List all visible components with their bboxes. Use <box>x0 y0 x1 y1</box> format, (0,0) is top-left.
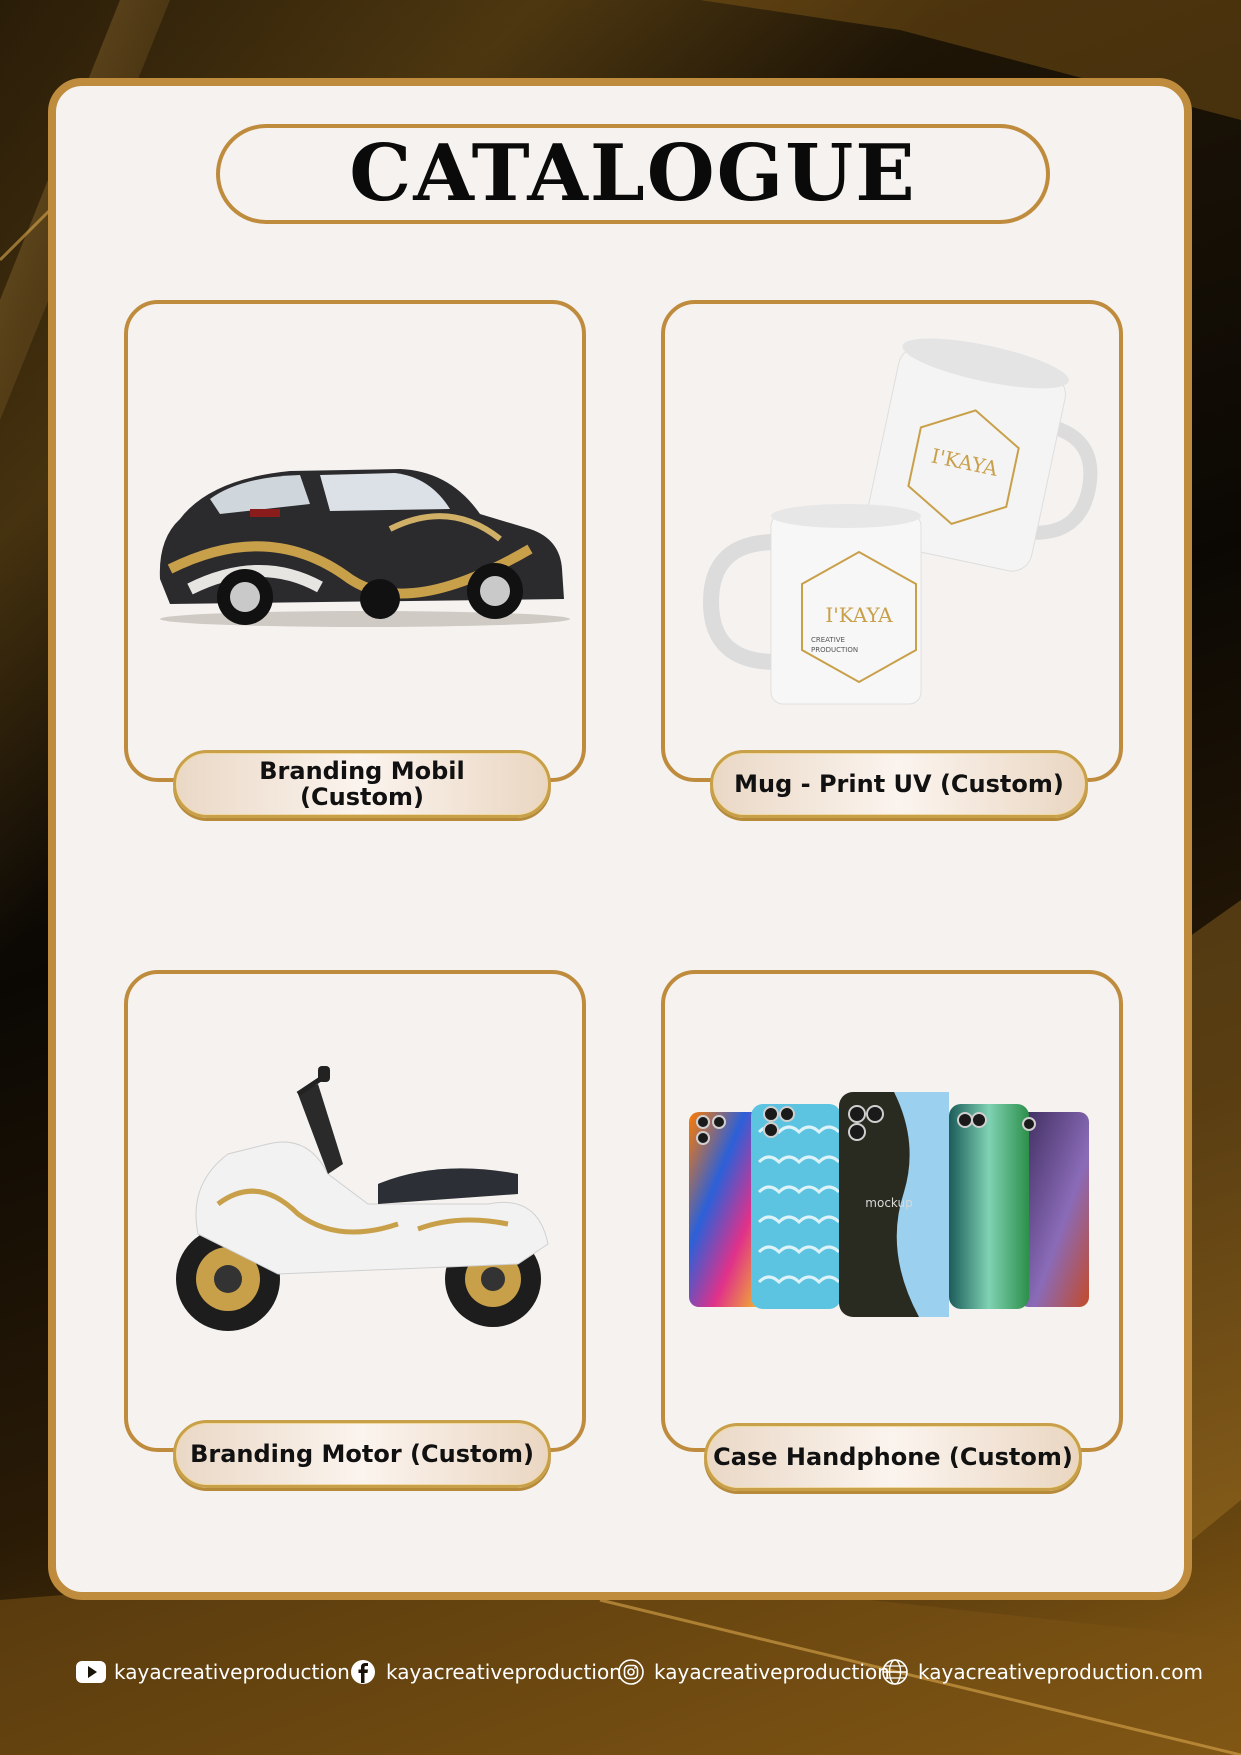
product-card-phone-case[interactable]: mockup <box>661 970 1123 1452</box>
facebook-handle: kayacreativeproduction <box>386 1660 622 1684</box>
youtube-icon <box>76 1661 106 1683</box>
youtube-handle: kayacreativeproduction <box>114 1660 350 1684</box>
product-label-text: Branding Motor (Custom) <box>190 1439 534 1468</box>
mug-brand-line1: CREATIVE <box>811 636 845 644</box>
title-banner: CATALOGUE <box>216 124 1050 224</box>
product-label-text: Branding Mobil (Custom) <box>259 756 465 811</box>
globe-icon <box>882 1659 908 1685</box>
facebook-icon <box>351 1660 375 1684</box>
product-card-car[interactable] <box>124 300 586 782</box>
phone-case-image: mockup <box>689 1092 1089 1317</box>
website-link[interactable]: kayacreativeproduction.com <box>880 1652 1203 1692</box>
product-label-motor[interactable]: Branding Motor (Custom) <box>173 1420 551 1488</box>
product-label-car[interactable]: Branding Mobil (Custom) <box>173 750 551 818</box>
instagram-handle: kayacreativeproduction <box>654 1660 890 1684</box>
mug-brand-line2: PRODUCTION <box>811 646 858 654</box>
youtube-link[interactable]: kayacreativeproduction <box>76 1652 350 1692</box>
mug-brand-front: I'KAYA <box>825 603 893 627</box>
instagram-link[interactable]: kayacreativeproduction <box>616 1652 890 1692</box>
mug-image: I'KAYA I'KAYA CREATIVE PRODUCTION <box>702 338 1098 705</box>
product-label-text: Mug - Print UV (Custom) <box>734 769 1064 798</box>
product-label-text: Case Handphone (Custom) <box>713 1442 1073 1471</box>
product-label-phone-case[interactable]: Case Handphone (Custom) <box>704 1423 1082 1491</box>
product-card-motor[interactable] <box>124 970 586 1452</box>
product-card-mug[interactable]: I'KAYA I'KAYA CREATIVE PRODUCTION <box>661 300 1123 782</box>
footer-social-bar: kayacreativeproduction kayacreativeprodu… <box>0 1652 1241 1692</box>
page-title: CATALOGUE <box>349 128 917 219</box>
phone-watermark: mockup <box>865 1196 912 1210</box>
facebook-link[interactable]: kayacreativeproduction <box>348 1652 622 1692</box>
product-label-mug[interactable]: Mug - Print UV (Custom) <box>710 750 1088 818</box>
website-url: kayacreativeproduction.com <box>918 1660 1203 1684</box>
car-image <box>159 469 570 627</box>
instagram-icon <box>618 1659 644 1685</box>
scooter-image <box>176 1066 549 1331</box>
